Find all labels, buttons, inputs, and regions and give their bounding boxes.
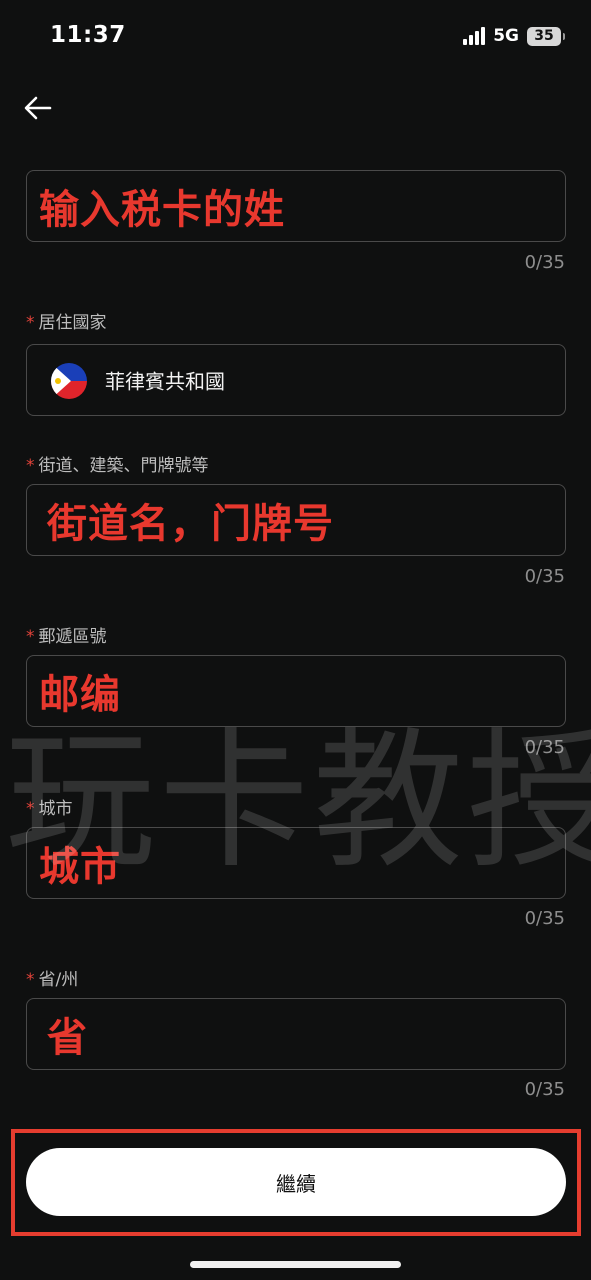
- network-type: 5G: [493, 26, 519, 46]
- surname-input[interactable]: 输入税卡的姓: [26, 170, 566, 242]
- postal-label: * 郵遞區號: [26, 627, 107, 647]
- province-counter: 0/35: [524, 1079, 565, 1100]
- signal-icon: [463, 27, 486, 45]
- city-label: * 城市: [26, 799, 73, 819]
- city-input[interactable]: 城市: [26, 827, 566, 899]
- status-bar-right: 5G 35: [463, 26, 565, 46]
- country-select[interactable]: 菲律賓共和國: [26, 344, 566, 416]
- country-label: * 居住國家: [26, 313, 107, 333]
- postal-counter: 0/35: [524, 737, 565, 758]
- city-counter: 0/35: [524, 908, 565, 929]
- province-input[interactable]: 省: [26, 998, 566, 1070]
- surname-annotation: 输入税卡的姓: [39, 187, 285, 233]
- street-counter: 0/35: [524, 566, 565, 587]
- postal-input[interactable]: 邮编: [26, 655, 566, 727]
- postal-annotation: 邮编: [39, 672, 121, 718]
- surname-counter: 0/35: [524, 252, 565, 273]
- continue-button[interactable]: 繼續: [26, 1148, 566, 1216]
- address-form-screen: 11:37 5G 35 输入税卡的姓 0/35 * 居住國家 菲律賓共和國 * 街道…: [0, 0, 591, 1280]
- back-arrow-icon[interactable]: [22, 92, 54, 124]
- philippines-flag-icon: [51, 363, 87, 399]
- country-value: 菲律賓共和國: [105, 369, 225, 394]
- home-indicator: [190, 1261, 401, 1268]
- status-time: 11:37: [50, 22, 126, 48]
- street-annotation: 街道名，门牌号: [47, 501, 334, 547]
- street-label: * 街道、建築、門牌號等: [26, 456, 209, 476]
- city-annotation: 城市: [39, 844, 121, 890]
- province-annotation: 省: [47, 1015, 88, 1061]
- battery-icon: 35: [527, 26, 565, 46]
- street-input[interactable]: 街道名，门牌号: [26, 484, 566, 556]
- province-label: * 省/州: [26, 970, 79, 990]
- battery-level: 35: [534, 27, 554, 44]
